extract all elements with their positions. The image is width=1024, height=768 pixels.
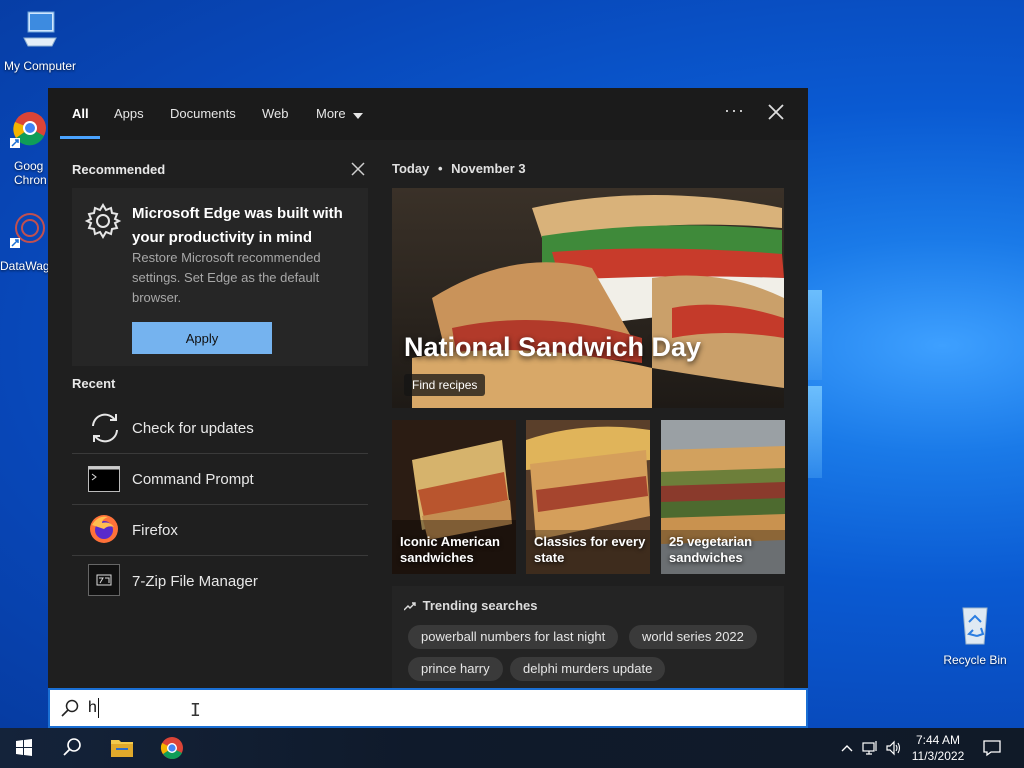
search-box[interactable]: h I xyxy=(48,688,808,728)
recent-item-label: 7-Zip File Manager xyxy=(132,573,258,590)
recent-item-label: Command Prompt xyxy=(132,471,254,488)
close-icon[interactable] xyxy=(766,102,786,122)
search-icon xyxy=(60,698,80,718)
wallpaper-beam xyxy=(808,290,822,380)
clock-time: 7:44 AM xyxy=(915,733,961,747)
search-panel: All Apps Documents Web More ··· Recommen… xyxy=(48,88,808,688)
tile-classics-for-every-state[interactable]: Classics for every state xyxy=(526,420,650,574)
tab-all[interactable]: All xyxy=(72,106,89,121)
tab-documents[interactable]: Documents xyxy=(170,106,236,121)
taskbar: 7:44 AM 11/3/2022 xyxy=(0,728,1024,768)
trending-title: Trending searches xyxy=(422,598,538,613)
trending-searches-section: Trending searches powerball numbers for … xyxy=(392,586,784,688)
clock-date: 11/3/2022 xyxy=(911,749,965,763)
recent-heading: Recent xyxy=(72,376,116,391)
folder-icon xyxy=(111,740,133,757)
desktop-icon-label: My Computer xyxy=(3,59,77,73)
recommended-heading: Recommended xyxy=(72,162,166,177)
apply-button[interactable]: Apply xyxy=(132,322,272,354)
separator-dot: • xyxy=(437,161,443,176)
recent-item-7zip[interactable]: 7-Zip File Manager xyxy=(72,556,368,607)
windows-logo-icon xyxy=(16,739,32,756)
network-icon[interactable] xyxy=(862,738,880,763)
search-input[interactable]: h xyxy=(88,699,97,717)
today-date: November 3 xyxy=(451,161,526,176)
recommendation-description: Restore Microsoft recommended settings. … xyxy=(132,250,321,305)
more-options-icon[interactable]: ··· xyxy=(724,100,745,121)
search-icon xyxy=(63,738,81,756)
trending-chip[interactable]: powerball numbers for last night xyxy=(408,625,619,649)
cmd-icon xyxy=(88,462,120,494)
action-center-icon[interactable] xyxy=(982,738,1002,763)
recent-item-label: Firefox xyxy=(132,522,178,539)
today-heading: Today • November 3 xyxy=(392,161,526,176)
computer-icon xyxy=(0,8,80,55)
start-button[interactable] xyxy=(0,728,48,768)
hero-card-national-sandwich-day[interactable]: National Sandwich Day Find recipes xyxy=(392,188,784,408)
dismiss-recommendation-icon[interactable] xyxy=(351,162,365,176)
tab-more[interactable]: More xyxy=(316,106,364,122)
today-label: Today xyxy=(392,161,430,176)
tile-label: Iconic American sandwiches xyxy=(400,534,500,565)
tile-label: Classics for every state xyxy=(534,534,646,565)
recommendation-card: Microsoft Edge was built with your produ… xyxy=(72,188,368,366)
volume-icon[interactable] xyxy=(885,738,903,763)
recycle-bin-icon xyxy=(935,602,1015,649)
refresh-icon xyxy=(88,411,120,443)
trending-up-icon xyxy=(403,599,416,614)
7zip-icon xyxy=(88,564,120,596)
trending-chip[interactable]: delphi murders update xyxy=(510,657,666,681)
recent-item-command-prompt[interactable]: Command Prompt xyxy=(72,454,368,505)
tile-iconic-american-sandwiches[interactable]: Iconic American sandwiches xyxy=(392,420,516,574)
find-recipes-button[interactable]: Find recipes xyxy=(404,374,486,396)
trending-chip[interactable]: world series 2022 xyxy=(629,625,757,649)
text-caret xyxy=(98,698,99,718)
active-tab-indicator xyxy=(60,136,100,139)
gear-icon xyxy=(84,202,122,245)
desktop-icon-my-computer[interactable]: My Computer xyxy=(0,8,80,73)
clock[interactable]: 7:44 AM 11/3/2022 xyxy=(905,732,971,764)
desktop-icon-label: Recycle Bin xyxy=(943,653,1007,667)
hero-title: National Sandwich Day xyxy=(404,332,702,362)
trending-heading: Trending searches xyxy=(403,598,538,614)
caret-down-icon xyxy=(353,107,364,122)
taskbar-search-button[interactable] xyxy=(48,728,96,768)
chrome-icon xyxy=(160,737,183,759)
recommendation-title: Microsoft Edge was built with your produ… xyxy=(132,205,343,246)
taskbar-file-explorer[interactable] xyxy=(98,728,146,768)
tab-apps[interactable]: Apps xyxy=(114,106,144,121)
tile-label: 25 vegetarian sandwiches xyxy=(669,534,753,565)
trending-chip[interactable]: prince harry xyxy=(408,657,503,681)
search-tabs-bar: All Apps Documents Web More ··· xyxy=(48,88,808,140)
tab-web[interactable]: Web xyxy=(262,106,289,121)
tile-25-vegetarian-sandwiches[interactable]: 25 vegetarian sandwiches xyxy=(661,420,785,574)
recent-item-check-for-updates[interactable]: Check for updates xyxy=(72,403,368,454)
recent-item-firefox[interactable]: Firefox xyxy=(72,505,368,556)
taskbar-chrome[interactable] xyxy=(148,728,196,768)
mouse-cursor-ibeam-icon: I xyxy=(190,700,201,721)
desktop-icon-recycle-bin[interactable]: Recycle Bin xyxy=(935,602,1015,667)
recent-item-label: Check for updates xyxy=(132,420,254,437)
firefox-icon xyxy=(88,513,120,545)
show-hidden-icons-chevron-icon[interactable] xyxy=(840,738,854,763)
wallpaper-beam xyxy=(808,386,822,478)
tab-more-label: More xyxy=(316,106,346,121)
